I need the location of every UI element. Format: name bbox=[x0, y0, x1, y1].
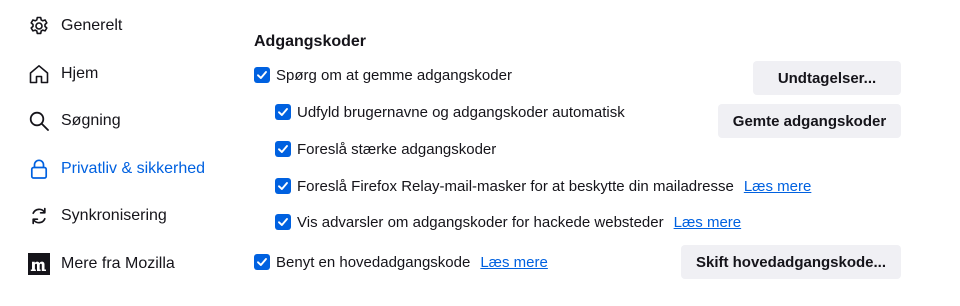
checkmark-icon bbox=[278, 108, 288, 116]
ask-to-save-label: Spørg om at gemme adgangskoder bbox=[276, 66, 512, 84]
section-heading: Adgangskoder bbox=[254, 33, 367, 50]
exceptions-button[interactable]: Undtagelser... bbox=[753, 61, 901, 95]
sidebar-item-home[interactable]: Hjem bbox=[28, 61, 98, 87]
breach-alerts-row: Vis advarsler om adgangskoder for hacked… bbox=[275, 212, 741, 232]
sidebar-item-privacy-security[interactable]: Privatliv & sikkerhed bbox=[28, 156, 205, 182]
sidebar-item-label: Synkronisering bbox=[61, 207, 167, 224]
breach-alerts-checkbox[interactable] bbox=[275, 214, 291, 230]
passwords-section: Adgangskoder Spørg om at gemme adgangsko… bbox=[254, 0, 914, 306]
sidebar-item-label: Hjem bbox=[61, 65, 99, 82]
sidebar-item-sync[interactable]: Synkronisering bbox=[28, 203, 167, 229]
autofill-label: Udfyld brugernavne og adgangskoder autom… bbox=[297, 103, 625, 121]
autofill-checkbox[interactable] bbox=[275, 104, 291, 120]
checkmark-icon bbox=[278, 145, 288, 153]
primary-password-checkbox[interactable] bbox=[254, 254, 270, 270]
suggest-strong-checkbox[interactable] bbox=[275, 141, 291, 157]
breach-learn-more-link[interactable]: Læs mere bbox=[674, 214, 742, 231]
checkmark-icon bbox=[257, 258, 267, 266]
primary-password-row: Benyt en hovedadgangskode Læs mere bbox=[254, 252, 548, 272]
ask-to-save-row: Spørg om at gemme adgangskoder bbox=[254, 65, 512, 85]
ask-to-save-checkbox[interactable] bbox=[254, 67, 270, 83]
primary-password-label: Benyt en hovedadgangskode bbox=[276, 253, 471, 271]
sidebar-item-general[interactable]: Generelt bbox=[28, 13, 122, 39]
relay-learn-more-link[interactable]: Læs mere bbox=[744, 178, 812, 195]
sidebar-item-label: Generelt bbox=[61, 17, 123, 34]
sidebar-item-more-from-mozilla[interactable]: Mere fra Mozilla bbox=[28, 251, 175, 277]
lock-icon bbox=[28, 158, 50, 180]
saved-logins-button[interactable]: Gemte adgangskoder bbox=[718, 104, 901, 138]
search-icon bbox=[28, 110, 50, 132]
home-icon bbox=[28, 63, 50, 85]
change-primary-password-button[interactable]: Skift hovedadgangskode... bbox=[681, 245, 901, 279]
sidebar-item-label: Søgning bbox=[61, 112, 121, 129]
sidebar-item-search[interactable]: Søgning bbox=[28, 108, 121, 134]
relay-masks-label: Foreslå Firefox Relay-mail-masker for at… bbox=[297, 177, 734, 195]
gear-icon bbox=[28, 15, 50, 37]
suggest-strong-label: Foreslå stærke adgangskoder bbox=[297, 140, 497, 158]
relay-masks-checkbox[interactable] bbox=[275, 178, 291, 194]
suggest-strong-row: Foreslå stærke adgangskoder bbox=[275, 139, 496, 159]
autofill-row: Udfyld brugernavne og adgangskoder autom… bbox=[275, 102, 625, 122]
sidebar: Generelt Hjem Søgning Privatliv & sikker… bbox=[0, 0, 240, 306]
relay-masks-row: Foreslå Firefox Relay-mail-masker for at… bbox=[275, 176, 811, 196]
sidebar-item-label: Mere fra Mozilla bbox=[61, 255, 175, 272]
primary-password-learn-more-link[interactable]: Læs mere bbox=[480, 254, 548, 271]
sync-icon bbox=[28, 205, 50, 227]
mozilla-logo-icon bbox=[28, 253, 50, 275]
checkmark-icon bbox=[278, 182, 288, 190]
checkmark-icon bbox=[278, 218, 288, 226]
checkmark-icon bbox=[257, 71, 267, 79]
sidebar-item-label: Privatliv & sikkerhed bbox=[61, 160, 206, 177]
breach-alerts-label: Vis advarsler om adgangskoder for hacked… bbox=[297, 213, 664, 231]
